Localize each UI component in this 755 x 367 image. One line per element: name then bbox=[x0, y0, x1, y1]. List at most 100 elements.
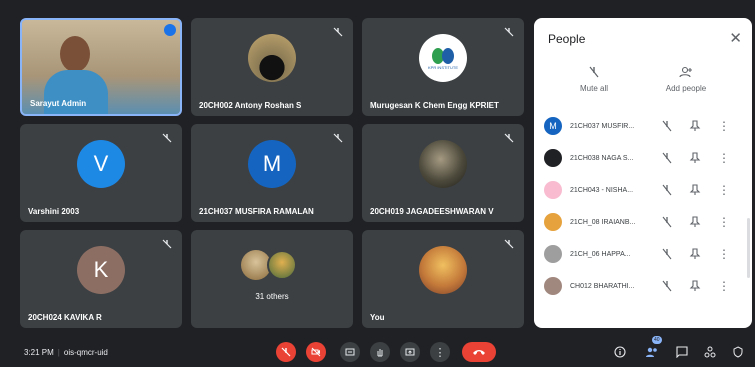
mic-toggle-button[interactable] bbox=[276, 342, 296, 362]
scrollbar[interactable] bbox=[747, 218, 750, 278]
add-people-label: Add people bbox=[665, 84, 707, 93]
participant-row[interactable]: 21CH043 - NISHA... ⋮ bbox=[544, 176, 744, 204]
participant-row-name: 21CH038 NAGA S... bbox=[570, 154, 634, 162]
participant-count-badge: 40 bbox=[652, 336, 662, 344]
participant-row[interactable]: 21CH_06 HAPPA... ⋮ bbox=[544, 240, 744, 268]
more-options-icon[interactable]: ⋮ bbox=[718, 279, 730, 293]
participant-row[interactable]: 21CH038 NAGA S... ⋮ bbox=[544, 144, 744, 172]
close-icon[interactable]: ✕ bbox=[729, 29, 742, 47]
participant-photo bbox=[248, 34, 296, 83]
people-icon[interactable] bbox=[644, 344, 660, 360]
speaking-icon bbox=[164, 24, 176, 36]
mic-off-icon[interactable] bbox=[660, 183, 674, 197]
self-tile[interactable]: You bbox=[362, 230, 524, 328]
participant-name: 20CH024 KAVIKA R bbox=[28, 313, 102, 322]
mic-off-icon bbox=[589, 66, 599, 78]
captions-icon bbox=[345, 348, 355, 356]
mic-off-icon[interactable] bbox=[660, 279, 674, 293]
present-button[interactable] bbox=[400, 342, 420, 362]
participant-row[interactable]: M 21CH037 MUSFIR... ⋮ bbox=[544, 112, 744, 140]
participant-name: 20CH002 Antony Roshan S bbox=[199, 101, 302, 110]
participant-row-name: 21CH043 - NISHA... bbox=[570, 186, 634, 194]
pin-icon[interactable] bbox=[688, 247, 702, 261]
present-icon bbox=[405, 348, 415, 356]
info-icon[interactable] bbox=[612, 344, 628, 360]
participant-row-name: 21CH_06 HAPPA... bbox=[570, 250, 631, 258]
participant-photo bbox=[419, 140, 467, 189]
more-options-icon[interactable]: ⋮ bbox=[718, 119, 730, 133]
avatar bbox=[544, 149, 562, 167]
participant-row[interactable]: CH012 BHARATHI... ⋮ bbox=[544, 272, 744, 300]
participant-row-name: 21CH_08 IRAIANB... bbox=[570, 218, 636, 226]
bottom-bar: 3:21 PM | ois-qmcr-uid ⋮ 40 bbox=[0, 336, 755, 367]
pin-icon[interactable] bbox=[688, 183, 702, 197]
others-avatar-right bbox=[267, 250, 297, 280]
mic-off-icon bbox=[503, 25, 515, 37]
participant-tile[interactable]: 20CH002 Antony Roshan S bbox=[191, 18, 353, 116]
pin-icon[interactable] bbox=[688, 279, 702, 293]
self-photo bbox=[419, 246, 467, 295]
participant-head bbox=[60, 36, 90, 72]
hand-icon bbox=[377, 349, 383, 357]
meeting-info: 3:21 PM | ois-qmcr-uid bbox=[24, 348, 108, 357]
people-panel: People ✕ Mute all Add people M 21CH037 M… bbox=[534, 18, 752, 328]
chat-icon[interactable] bbox=[674, 344, 690, 360]
participant-name: Murugesan K Chem Engg KPRIET bbox=[370, 101, 499, 110]
leave-call-button[interactable] bbox=[462, 342, 496, 362]
mic-off-icon[interactable] bbox=[660, 247, 674, 261]
hang-up-icon bbox=[473, 350, 485, 355]
participant-name: 20CH019 JAGADEESHWARAN V bbox=[370, 207, 494, 216]
mic-off-icon[interactable] bbox=[660, 151, 674, 165]
pin-icon[interactable] bbox=[688, 119, 702, 133]
others-tile[interactable]: 31 others bbox=[191, 230, 353, 328]
captions-button[interactable] bbox=[340, 342, 360, 362]
raise-hand-button[interactable] bbox=[370, 342, 390, 362]
mic-off-icon bbox=[332, 25, 344, 37]
participant-row-name: CH012 BHARATHI... bbox=[570, 282, 635, 290]
host-controls-icon[interactable] bbox=[730, 344, 746, 360]
separator: | bbox=[57, 348, 60, 357]
participant-tile[interactable]: V Varshini 2003 bbox=[20, 124, 182, 222]
others-label: 31 others bbox=[255, 292, 289, 301]
more-options-icon[interactable]: ⋮ bbox=[718, 183, 730, 197]
more-options-icon[interactable]: ⋮ bbox=[718, 215, 730, 229]
participant-name: Varshini 2003 bbox=[28, 207, 80, 216]
avatar: M bbox=[544, 117, 562, 135]
participant-tile[interactable]: K 20CH024 KAVIKA R bbox=[20, 230, 182, 328]
participant-tile[interactable]: Sarayut Admin bbox=[20, 18, 182, 116]
meeting-stage: Sarayut Admin 20CH002 Antony Roshan S KP… bbox=[0, 0, 755, 367]
participant-tile[interactable]: KPR INSTITUTE Murugesan K Chem Engg KPRI… bbox=[362, 18, 524, 116]
initial-avatar: V bbox=[77, 140, 125, 189]
participant-row[interactable]: 21CH_08 IRAIANB... ⋮ bbox=[544, 208, 744, 236]
participant-tile[interactable]: 20CH019 JAGADEESHWARAN V bbox=[362, 124, 524, 222]
activities-icon[interactable] bbox=[702, 344, 718, 360]
mic-off-icon bbox=[161, 237, 173, 249]
avatar bbox=[544, 245, 562, 263]
more-options-icon[interactable]: ⋮ bbox=[718, 151, 730, 165]
participant-name: Sarayut Admin bbox=[30, 99, 87, 108]
mic-off-icon bbox=[161, 131, 173, 143]
panel-title: People bbox=[548, 32, 586, 46]
mic-off-icon[interactable] bbox=[660, 215, 674, 229]
pin-icon[interactable] bbox=[688, 215, 702, 229]
mute-all-button[interactable]: Mute all bbox=[554, 66, 634, 93]
mic-off-icon bbox=[503, 237, 515, 249]
participant-shirt bbox=[44, 70, 108, 114]
add-person-icon bbox=[679, 66, 692, 78]
logo-icon bbox=[432, 47, 454, 64]
initial-avatar: K bbox=[77, 246, 125, 295]
participant-tile[interactable]: M 21CH037 MUSFIRA RAMALAN bbox=[191, 124, 353, 222]
more-options-button[interactable]: ⋮ bbox=[430, 342, 450, 362]
initial-avatar: M bbox=[248, 140, 296, 189]
mic-off-icon bbox=[332, 131, 344, 143]
add-people-button[interactable]: Add people bbox=[646, 66, 726, 93]
mic-off-icon[interactable] bbox=[660, 119, 674, 133]
camera-toggle-button[interactable] bbox=[306, 342, 326, 362]
meeting-code: ois-qmcr-uid bbox=[63, 348, 108, 357]
avatar bbox=[544, 213, 562, 231]
more-options-icon[interactable]: ⋮ bbox=[718, 247, 730, 261]
clock-time: 3:21 PM bbox=[24, 348, 54, 357]
avatar bbox=[544, 181, 562, 199]
camera-off-icon bbox=[311, 347, 321, 357]
pin-icon[interactable] bbox=[688, 151, 702, 165]
